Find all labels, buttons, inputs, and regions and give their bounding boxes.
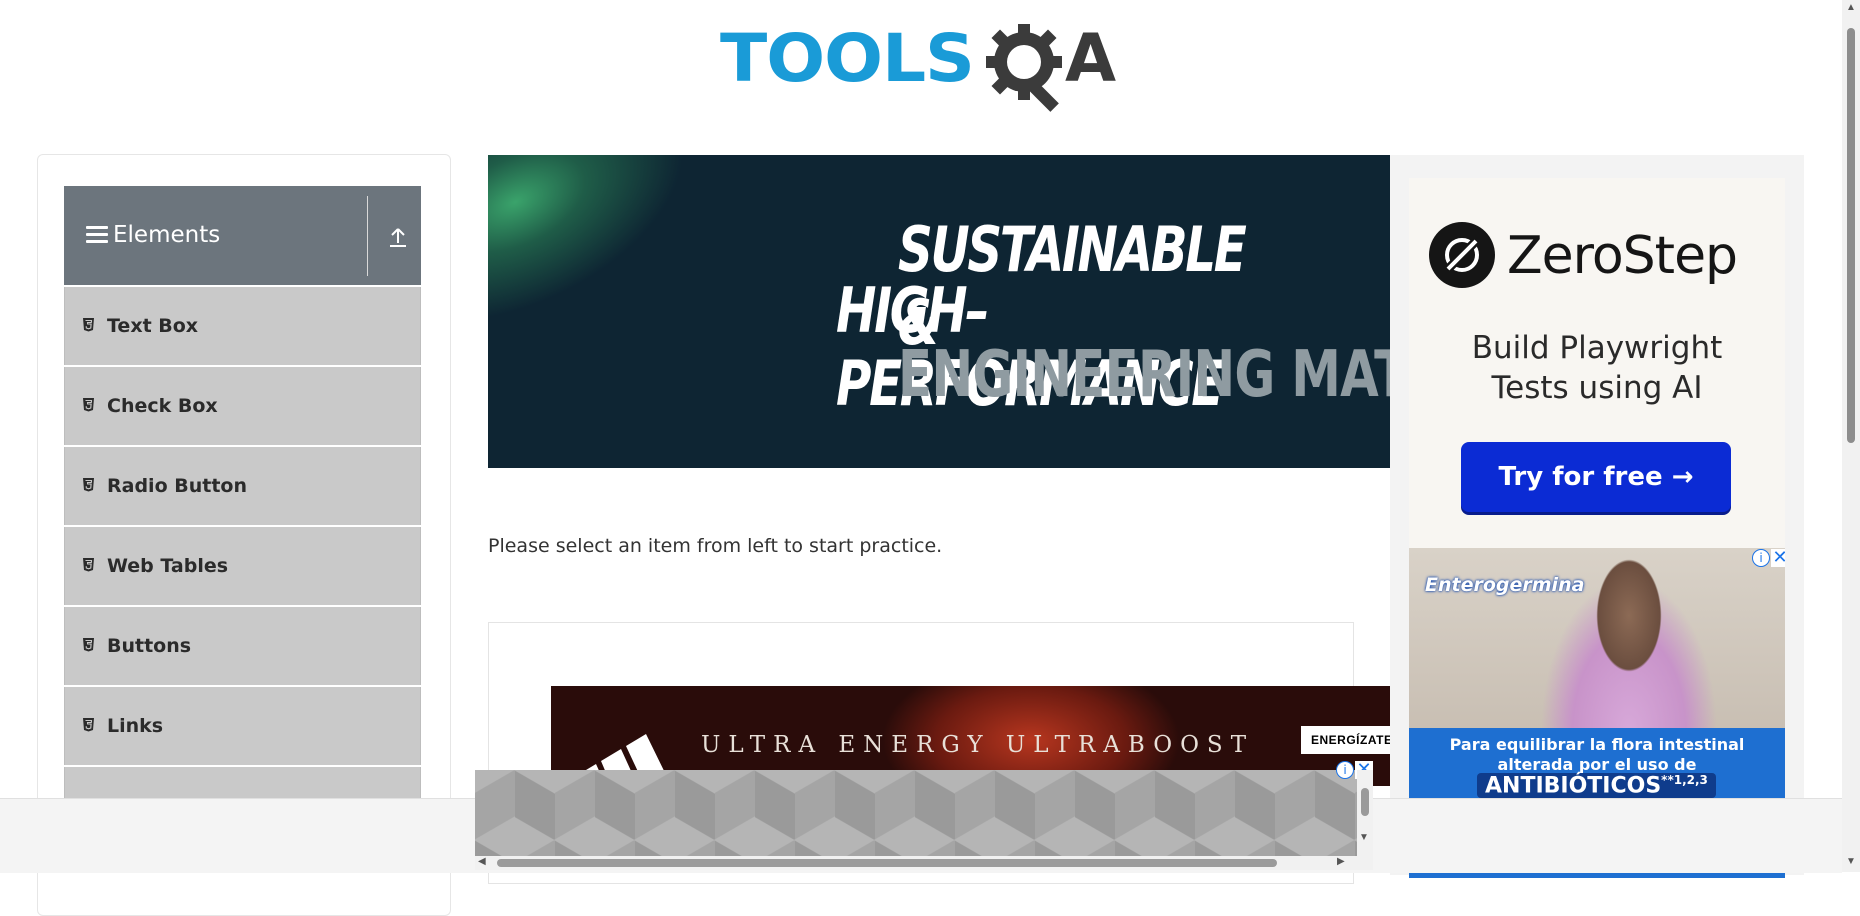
zerostep-subtitle: Build Playwright Tests using AI [1409, 328, 1785, 408]
menu-item-buttons[interactable]: Buttons [64, 607, 421, 685]
ad-message-line2: alterada por el uso de [1497, 755, 1697, 774]
menu-item-check-box[interactable]: Check Box [64, 367, 421, 445]
adidas-tagline: ULTRA ENERGY ULTRABOOST [701, 732, 1255, 758]
sticky-bottom-ad[interactable] [475, 770, 1357, 856]
html5-icon [83, 638, 94, 652]
menu-item-label: Web Tables [107, 555, 229, 577]
elements-group-header[interactable]: Elements [64, 186, 421, 285]
scroll-up-arrow-icon[interactable]: ▲ [1846, 2, 1856, 13]
html5-icon [83, 318, 94, 332]
banner-ad[interactable]: SUSTAINABLE & HIGH–PERFORMANCE ENGINEERI… [488, 155, 1390, 468]
ad-close-icon[interactable]: ✕ [1771, 549, 1785, 567]
html5-icon [83, 398, 94, 412]
menu-item-label: Radio Button [107, 475, 247, 497]
ad-message: Para equilibrar la flora intestinal alte… [1409, 735, 1785, 775]
ad-info-icon[interactable]: i [1752, 549, 1770, 567]
zerostep-logo-icon [1429, 222, 1495, 288]
scroll-thumb[interactable] [1361, 788, 1369, 816]
ad-info-icon[interactable]: i [1336, 761, 1354, 779]
adidas-cta-button[interactable]: ENERGÍZATE [1301, 726, 1390, 754]
scroll-thumb[interactable] [497, 859, 1277, 867]
group-title: Elements [113, 222, 221, 248]
elements-menu-list: Text Box Check Box Radio Button Web Tabl… [64, 287, 421, 847]
zerostep-subtitle-line1: Build Playwright [1471, 330, 1723, 366]
collapse-arrow-up-icon[interactable] [388, 226, 408, 248]
menu-item-links[interactable]: Links [64, 687, 421, 765]
menu-item-web-tables[interactable]: Web Tables [64, 527, 421, 605]
antibiotics-superscript: **1,2,3 [1661, 773, 1708, 787]
scroll-down-arrow-icon[interactable]: ▼ [1359, 832, 1369, 843]
page-vertical-scrollbar[interactable]: ▲ ▼ [1842, 0, 1860, 872]
zerostep-brand: ZeroStep [1507, 226, 1738, 286]
menu-item-label: Check Box [107, 395, 218, 417]
scroll-down-arrow-icon[interactable]: ▼ [1846, 856, 1856, 867]
scroll-thumb[interactable] [1847, 28, 1855, 443]
header-divider [367, 196, 368, 276]
html5-icon [83, 718, 94, 732]
sticky-ad-vertical-scrollbar[interactable]: ▼ [1357, 770, 1373, 856]
try-for-free-button[interactable]: Try for free → [1461, 442, 1731, 512]
enterogermina-brand: Enterogermina [1425, 574, 1585, 596]
banner-line-3: ENGINEERING MATERIA [898, 338, 1390, 412]
zerostep-ad[interactable]: ZeroStep Build Playwright Tests using AI… [1409, 178, 1785, 548]
ad-message-line1: Para equilibrar la flora intestinal [1449, 735, 1745, 754]
banner-glow [488, 155, 757, 350]
menu-item-text-box[interactable]: Text Box [64, 287, 421, 365]
antibiotics-text: ANTIBIÓTICOS [1485, 773, 1662, 799]
gear-magnifier-icon [986, 24, 1062, 112]
scroll-right-arrow-icon[interactable]: ▶ [1337, 856, 1345, 867]
logo-text-tools: TOOLS [720, 20, 975, 97]
menu-item-radio-button[interactable]: Radio Button [64, 447, 421, 525]
menu-item-label: Buttons [107, 635, 192, 657]
html5-icon [83, 558, 94, 572]
html5-icon [83, 478, 94, 492]
practice-instruction: Please select an item from left to start… [488, 535, 943, 557]
menu-item-label: Links [107, 715, 164, 737]
hamburger-icon [86, 226, 108, 244]
toolsqa-logo[interactable]: TOOLS A [720, 18, 1125, 114]
menu-item-label: Text Box [107, 315, 199, 337]
scroll-left-arrow-icon[interactable]: ◀ [478, 856, 486, 867]
logo-text-a: A [1065, 20, 1117, 97]
zerostep-subtitle-line2: Tests using AI [1491, 370, 1703, 406]
sticky-ad-horizontal-scrollbar[interactable]: ◀ ▶ [475, 856, 1373, 870]
antibiotics-label: ANTIBIÓTICOS**1,2,3 [1477, 773, 1716, 799]
